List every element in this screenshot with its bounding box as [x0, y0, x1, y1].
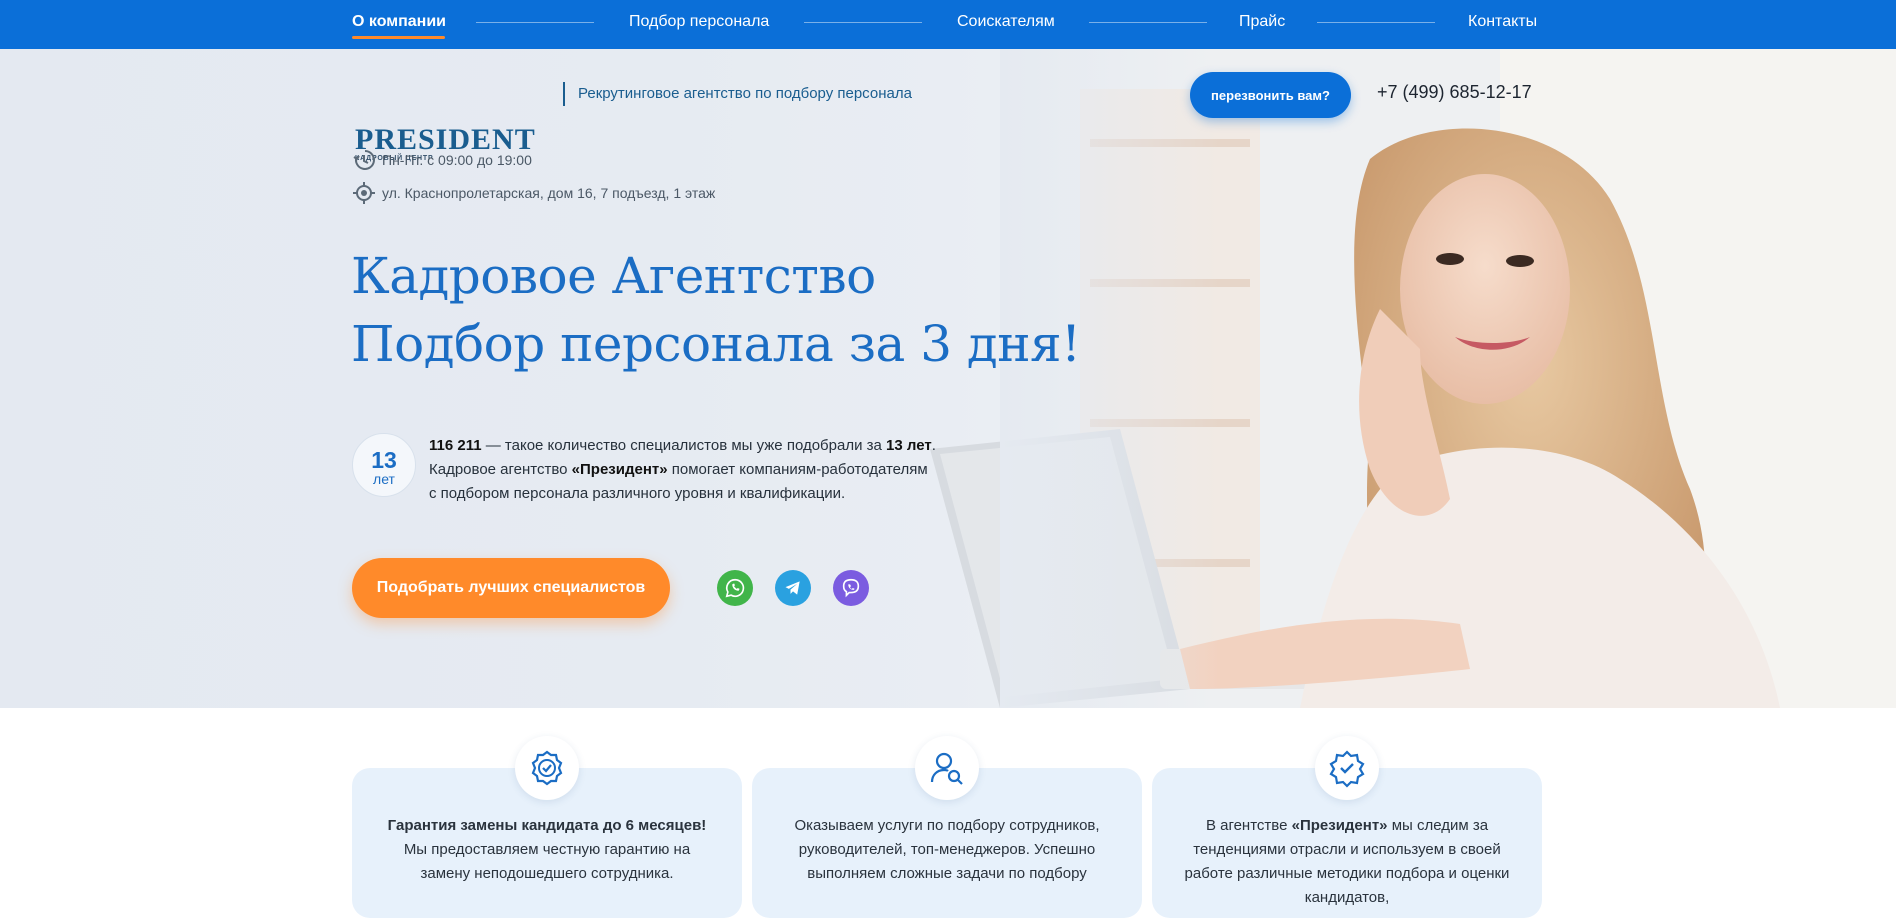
desc-brand: «Президент»: [571, 461, 668, 478]
header-tagline: Рекрутинговое агентство по подбору персо…: [578, 85, 912, 102]
address: ул. Краснопролетарская, дом 16, 7 подъез…: [352, 181, 715, 205]
whatsapp-button[interactable]: [717, 570, 753, 606]
nav-item-recruitment[interactable]: Подбор персонала: [629, 12, 769, 32]
nav-item-about[interactable]: О компании: [352, 12, 446, 32]
years-badge-unit: лет: [373, 471, 395, 487]
nav-separator: [804, 22, 922, 23]
feature-text-body: В агентстве: [1205, 817, 1292, 834]
feature-text-body: Мы предоставляем честную гарантию на зам…: [403, 841, 691, 882]
viber-button[interactable]: [833, 570, 869, 606]
address-text: ул. Краснопролетарская, дом 16, 7 подъез…: [382, 185, 716, 201]
nav-separator: [1089, 22, 1207, 23]
history-clock-icon: [353, 150, 375, 170]
viber-icon: [842, 578, 860, 598]
desc-text: .: [931, 437, 936, 454]
nav-item-applicants[interactable]: Соискателям: [957, 12, 1055, 32]
desc-count: 116 211: [429, 437, 482, 454]
desc-text: с подбором персонала различного уровня и…: [429, 485, 846, 502]
years-badge-number: 13: [371, 447, 397, 473]
hero-description: 116 211 — такое количество специалистов …: [429, 434, 1009, 506]
verified-badge-icon: [1329, 750, 1365, 788]
user-search-icon: [930, 752, 963, 785]
nav-item-price[interactable]: Прайс: [1239, 12, 1285, 32]
telegram-icon: [785, 581, 800, 595]
feature-text-bold: «Президент»: [1291, 817, 1388, 834]
working-hours-text: Пн-Пт. с 09:00 до 19:00: [382, 152, 532, 168]
callback-button[interactable]: перезвонить вам?: [1190, 72, 1351, 118]
whatsapp-icon: [725, 578, 745, 598]
nav-active-underline: [352, 36, 445, 39]
award-badge-icon: [531, 750, 563, 786]
hero-photo-woman: [930, 49, 1896, 708]
feature-text-guarantee: Гарантия замены кандидата до 6 месяцев! …: [382, 814, 712, 886]
feature-icon-wrap: [915, 736, 979, 800]
feature-text-services: Оказываем услуги по подбору сотрудников,…: [794, 817, 1100, 882]
feature-icon-wrap: [1315, 736, 1379, 800]
nav-separator: [1317, 22, 1435, 23]
desc-text: помогает компаниям-работодателям: [667, 461, 928, 478]
hero-title-line2: Подбор персонала за 3 дня!: [351, 315, 1081, 373]
top-navigation: О компании Подбор персонала Соискателям …: [0, 0, 1896, 49]
feature-text-methods: В агентстве «Президент» мы следим за тен…: [1182, 814, 1512, 910]
feature-icon-wrap: [515, 736, 579, 800]
feature-text-bold: Гарантия замены кандидата до 6 месяцев!: [387, 817, 707, 834]
tagline-divider: [563, 82, 565, 106]
header-phone[interactable]: +7 (499) 685-12-17: [1377, 82, 1532, 103]
telegram-button[interactable]: [775, 570, 811, 606]
desc-years: 13 лет: [886, 437, 932, 454]
hero-headline: Кадровое Агентство Подбор персонала за 3…: [351, 242, 1081, 378]
hero-title-line1: Кадровое Агентство: [351, 247, 876, 305]
find-specialists-button[interactable]: Подобрать лучших специалистов: [352, 558, 670, 618]
desc-text: Кадровое агентство: [429, 461, 572, 478]
desc-text: — такое количество специалистов мы уже п…: [481, 437, 887, 454]
nav-item-contacts[interactable]: Контакты: [1468, 12, 1537, 32]
location-target-icon: [353, 182, 375, 204]
years-badge: 13 лет: [352, 433, 416, 497]
hero-section: PRESIDENT КАДРОВЫЙ ЦЕНТР Рекрутинговое а…: [0, 49, 1896, 708]
nav-separator: [476, 22, 594, 23]
working-hours: Пн-Пт. с 09:00 до 19:00: [352, 148, 532, 172]
